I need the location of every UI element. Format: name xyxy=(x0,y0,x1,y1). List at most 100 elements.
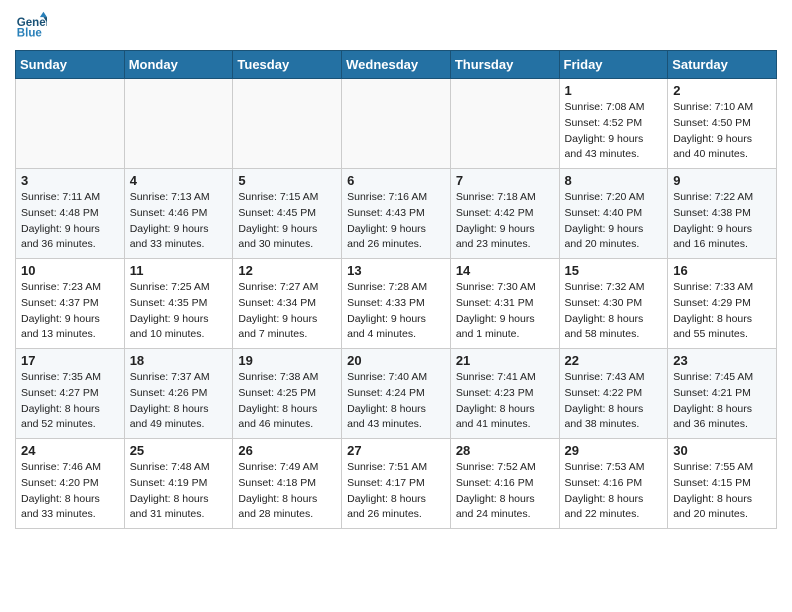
calendar-week-5: 24Sunrise: 7:46 AM Sunset: 4:20 PM Dayli… xyxy=(16,439,777,529)
day-number: 11 xyxy=(130,263,228,278)
calendar-cell: 11 Sunrise: 7:25 AM Sunset: 4:35 PM Dayli… xyxy=(124,259,233,349)
day-info: Sunrise: 7:18 AM Sunset: 4:42 PM Dayligh… xyxy=(456,190,554,253)
logo-icon: General Blue xyxy=(15,10,47,42)
day-info: Sunrise: 7:51 AM Sunset: 4:17 PM Dayligh… xyxy=(347,460,445,523)
day-info: Sunrise: 7:25 AM Sunset: 4:35 PM Dayligh… xyxy=(130,280,228,343)
day-number: 16 xyxy=(673,263,771,278)
calendar-cell: 8 Sunrise: 7:20 AM Sunset: 4:40 PM Daylig… xyxy=(559,169,668,259)
calendar-cell xyxy=(16,79,125,169)
day-number: 29 xyxy=(565,443,663,458)
calendar-cell: 17 Sunrise: 7:35 AM Sunset: 4:27 PM Dayli… xyxy=(16,349,125,439)
calendar-cell xyxy=(233,79,342,169)
day-info: Sunrise: 7:35 AM Sunset: 4:27 PM Dayligh… xyxy=(21,370,119,433)
calendar-cell: 9 Sunrise: 7:22 AM Sunset: 4:38 PM Daylig… xyxy=(668,169,777,259)
day-number: 8 xyxy=(565,173,663,188)
calendar-header-row: SundayMondayTuesdayWednesdayThursdayFrid… xyxy=(16,51,777,79)
weekday-header-saturday: Saturday xyxy=(668,51,777,79)
calendar-cell: 21 Sunrise: 7:41 AM Sunset: 4:23 PM Dayli… xyxy=(450,349,559,439)
calendar-cell: 13Sunrise: 7:28 AM Sunset: 4:33 PM Dayli… xyxy=(342,259,451,349)
calendar-table: SundayMondayTuesdayWednesdayThursdayFrid… xyxy=(15,50,777,529)
day-info: Sunrise: 7:52 AM Sunset: 4:16 PM Dayligh… xyxy=(456,460,554,523)
calendar-cell: 12 Sunrise: 7:27 AM Sunset: 4:34 PM Dayli… xyxy=(233,259,342,349)
calendar-cell: 25 Sunrise: 7:48 AM Sunset: 4:19 PM Dayli… xyxy=(124,439,233,529)
day-info: Sunrise: 7:32 AM Sunset: 4:30 PM Dayligh… xyxy=(565,280,663,343)
calendar-cell: 22 Sunrise: 7:43 AM Sunset: 4:22 PM Dayli… xyxy=(559,349,668,439)
day-number: 18 xyxy=(130,353,228,368)
day-number: 15 xyxy=(565,263,663,278)
day-info: Sunrise: 7:10 AM Sunset: 4:50 PM Dayligh… xyxy=(673,100,771,163)
day-info: Sunrise: 7:43 AM Sunset: 4:22 PM Dayligh… xyxy=(565,370,663,433)
day-info: Sunrise: 7:41 AM Sunset: 4:23 PM Dayligh… xyxy=(456,370,554,433)
calendar-cell: 27 Sunrise: 7:51 AM Sunset: 4:17 PM Dayli… xyxy=(342,439,451,529)
day-info: Sunrise: 7:13 AM Sunset: 4:46 PM Dayligh… xyxy=(130,190,228,253)
day-number: 1 xyxy=(565,83,663,98)
weekday-header-thursday: Thursday xyxy=(450,51,559,79)
calendar-week-1: 1 Sunrise: 7:08 AM Sunset: 4:52 PM Daylig… xyxy=(16,79,777,169)
calendar-cell: 28 Sunrise: 7:52 AM Sunset: 4:16 PM Dayli… xyxy=(450,439,559,529)
calendar-cell: 14 Sunrise: 7:30 AM Sunset: 4:31 PM Dayli… xyxy=(450,259,559,349)
calendar-cell: 4 Sunrise: 7:13 AM Sunset: 4:46 PM Daylig… xyxy=(124,169,233,259)
calendar-cell: 7 Sunrise: 7:18 AM Sunset: 4:42 PM Daylig… xyxy=(450,169,559,259)
calendar-week-3: 10 Sunrise: 7:23 AM Sunset: 4:37 PM Dayli… xyxy=(16,259,777,349)
calendar-cell xyxy=(342,79,451,169)
calendar-cell: 30 Sunrise: 7:55 AM Sunset: 4:15 PM Dayli… xyxy=(668,439,777,529)
day-info: Sunrise: 7:46 AM Sunset: 4:20 PM Dayligh… xyxy=(21,460,119,523)
calendar-cell: 6 Sunrise: 7:16 AM Sunset: 4:43 PM Daylig… xyxy=(342,169,451,259)
calendar-cell: 16Sunrise: 7:33 AM Sunset: 4:29 PM Dayli… xyxy=(668,259,777,349)
day-number: 7 xyxy=(456,173,554,188)
day-info: Sunrise: 7:16 AM Sunset: 4:43 PM Dayligh… xyxy=(347,190,445,253)
logo: General Blue xyxy=(15,10,51,42)
calendar-cell: 24Sunrise: 7:46 AM Sunset: 4:20 PM Dayli… xyxy=(16,439,125,529)
day-number: 27 xyxy=(347,443,445,458)
day-number: 10 xyxy=(21,263,119,278)
calendar-cell: 1 Sunrise: 7:08 AM Sunset: 4:52 PM Daylig… xyxy=(559,79,668,169)
day-info: Sunrise: 7:55 AM Sunset: 4:15 PM Dayligh… xyxy=(673,460,771,523)
day-info: Sunrise: 7:45 AM Sunset: 4:21 PM Dayligh… xyxy=(673,370,771,433)
day-number: 2 xyxy=(673,83,771,98)
calendar-cell: 3Sunrise: 7:11 AM Sunset: 4:48 PM Daylig… xyxy=(16,169,125,259)
day-number: 6 xyxy=(347,173,445,188)
day-info: Sunrise: 7:08 AM Sunset: 4:52 PM Dayligh… xyxy=(565,100,663,163)
day-number: 17 xyxy=(21,353,119,368)
day-info: Sunrise: 7:30 AM Sunset: 4:31 PM Dayligh… xyxy=(456,280,554,343)
day-info: Sunrise: 7:20 AM Sunset: 4:40 PM Dayligh… xyxy=(565,190,663,253)
day-number: 12 xyxy=(238,263,336,278)
calendar-cell: 23 Sunrise: 7:45 AM Sunset: 4:21 PM Dayli… xyxy=(668,349,777,439)
weekday-header-friday: Friday xyxy=(559,51,668,79)
day-number: 23 xyxy=(673,353,771,368)
calendar-cell: 2 Sunrise: 7:10 AM Sunset: 4:50 PM Daylig… xyxy=(668,79,777,169)
day-number: 5 xyxy=(238,173,336,188)
day-number: 21 xyxy=(456,353,554,368)
calendar-cell: 18Sunrise: 7:37 AM Sunset: 4:26 PM Dayli… xyxy=(124,349,233,439)
calendar-week-4: 17 Sunrise: 7:35 AM Sunset: 4:27 PM Dayli… xyxy=(16,349,777,439)
weekday-header-monday: Monday xyxy=(124,51,233,79)
day-info: Sunrise: 7:40 AM Sunset: 4:24 PM Dayligh… xyxy=(347,370,445,433)
weekday-header-wednesday: Wednesday xyxy=(342,51,451,79)
day-info: Sunrise: 7:22 AM Sunset: 4:38 PM Dayligh… xyxy=(673,190,771,253)
calendar-cell: 5 Sunrise: 7:15 AM Sunset: 4:45 PM Daylig… xyxy=(233,169,342,259)
day-info: Sunrise: 7:23 AM Sunset: 4:37 PM Dayligh… xyxy=(21,280,119,343)
day-number: 28 xyxy=(456,443,554,458)
calendar-cell: 10 Sunrise: 7:23 AM Sunset: 4:37 PM Dayli… xyxy=(16,259,125,349)
day-info: Sunrise: 7:15 AM Sunset: 4:45 PM Dayligh… xyxy=(238,190,336,253)
day-info: Sunrise: 7:53 AM Sunset: 4:16 PM Dayligh… xyxy=(565,460,663,523)
day-number: 9 xyxy=(673,173,771,188)
day-number: 14 xyxy=(456,263,554,278)
day-number: 26 xyxy=(238,443,336,458)
day-number: 20 xyxy=(347,353,445,368)
day-number: 4 xyxy=(130,173,228,188)
day-number: 3 xyxy=(21,173,119,188)
calendar-cell: 20 Sunrise: 7:40 AM Sunset: 4:24 PM Dayli… xyxy=(342,349,451,439)
calendar-cell: 29 Sunrise: 7:53 AM Sunset: 4:16 PM Dayli… xyxy=(559,439,668,529)
calendar-cell: 26 Sunrise: 7:49 AM Sunset: 4:18 PM Dayli… xyxy=(233,439,342,529)
day-info: Sunrise: 7:48 AM Sunset: 4:19 PM Dayligh… xyxy=(130,460,228,523)
day-number: 22 xyxy=(565,353,663,368)
page-header: General Blue xyxy=(15,10,777,42)
day-info: Sunrise: 7:27 AM Sunset: 4:34 PM Dayligh… xyxy=(238,280,336,343)
calendar-cell xyxy=(450,79,559,169)
day-number: 25 xyxy=(130,443,228,458)
day-info: Sunrise: 7:28 AM Sunset: 4:33 PM Dayligh… xyxy=(347,280,445,343)
day-info: Sunrise: 7:49 AM Sunset: 4:18 PM Dayligh… xyxy=(238,460,336,523)
calendar-cell xyxy=(124,79,233,169)
day-number: 30 xyxy=(673,443,771,458)
